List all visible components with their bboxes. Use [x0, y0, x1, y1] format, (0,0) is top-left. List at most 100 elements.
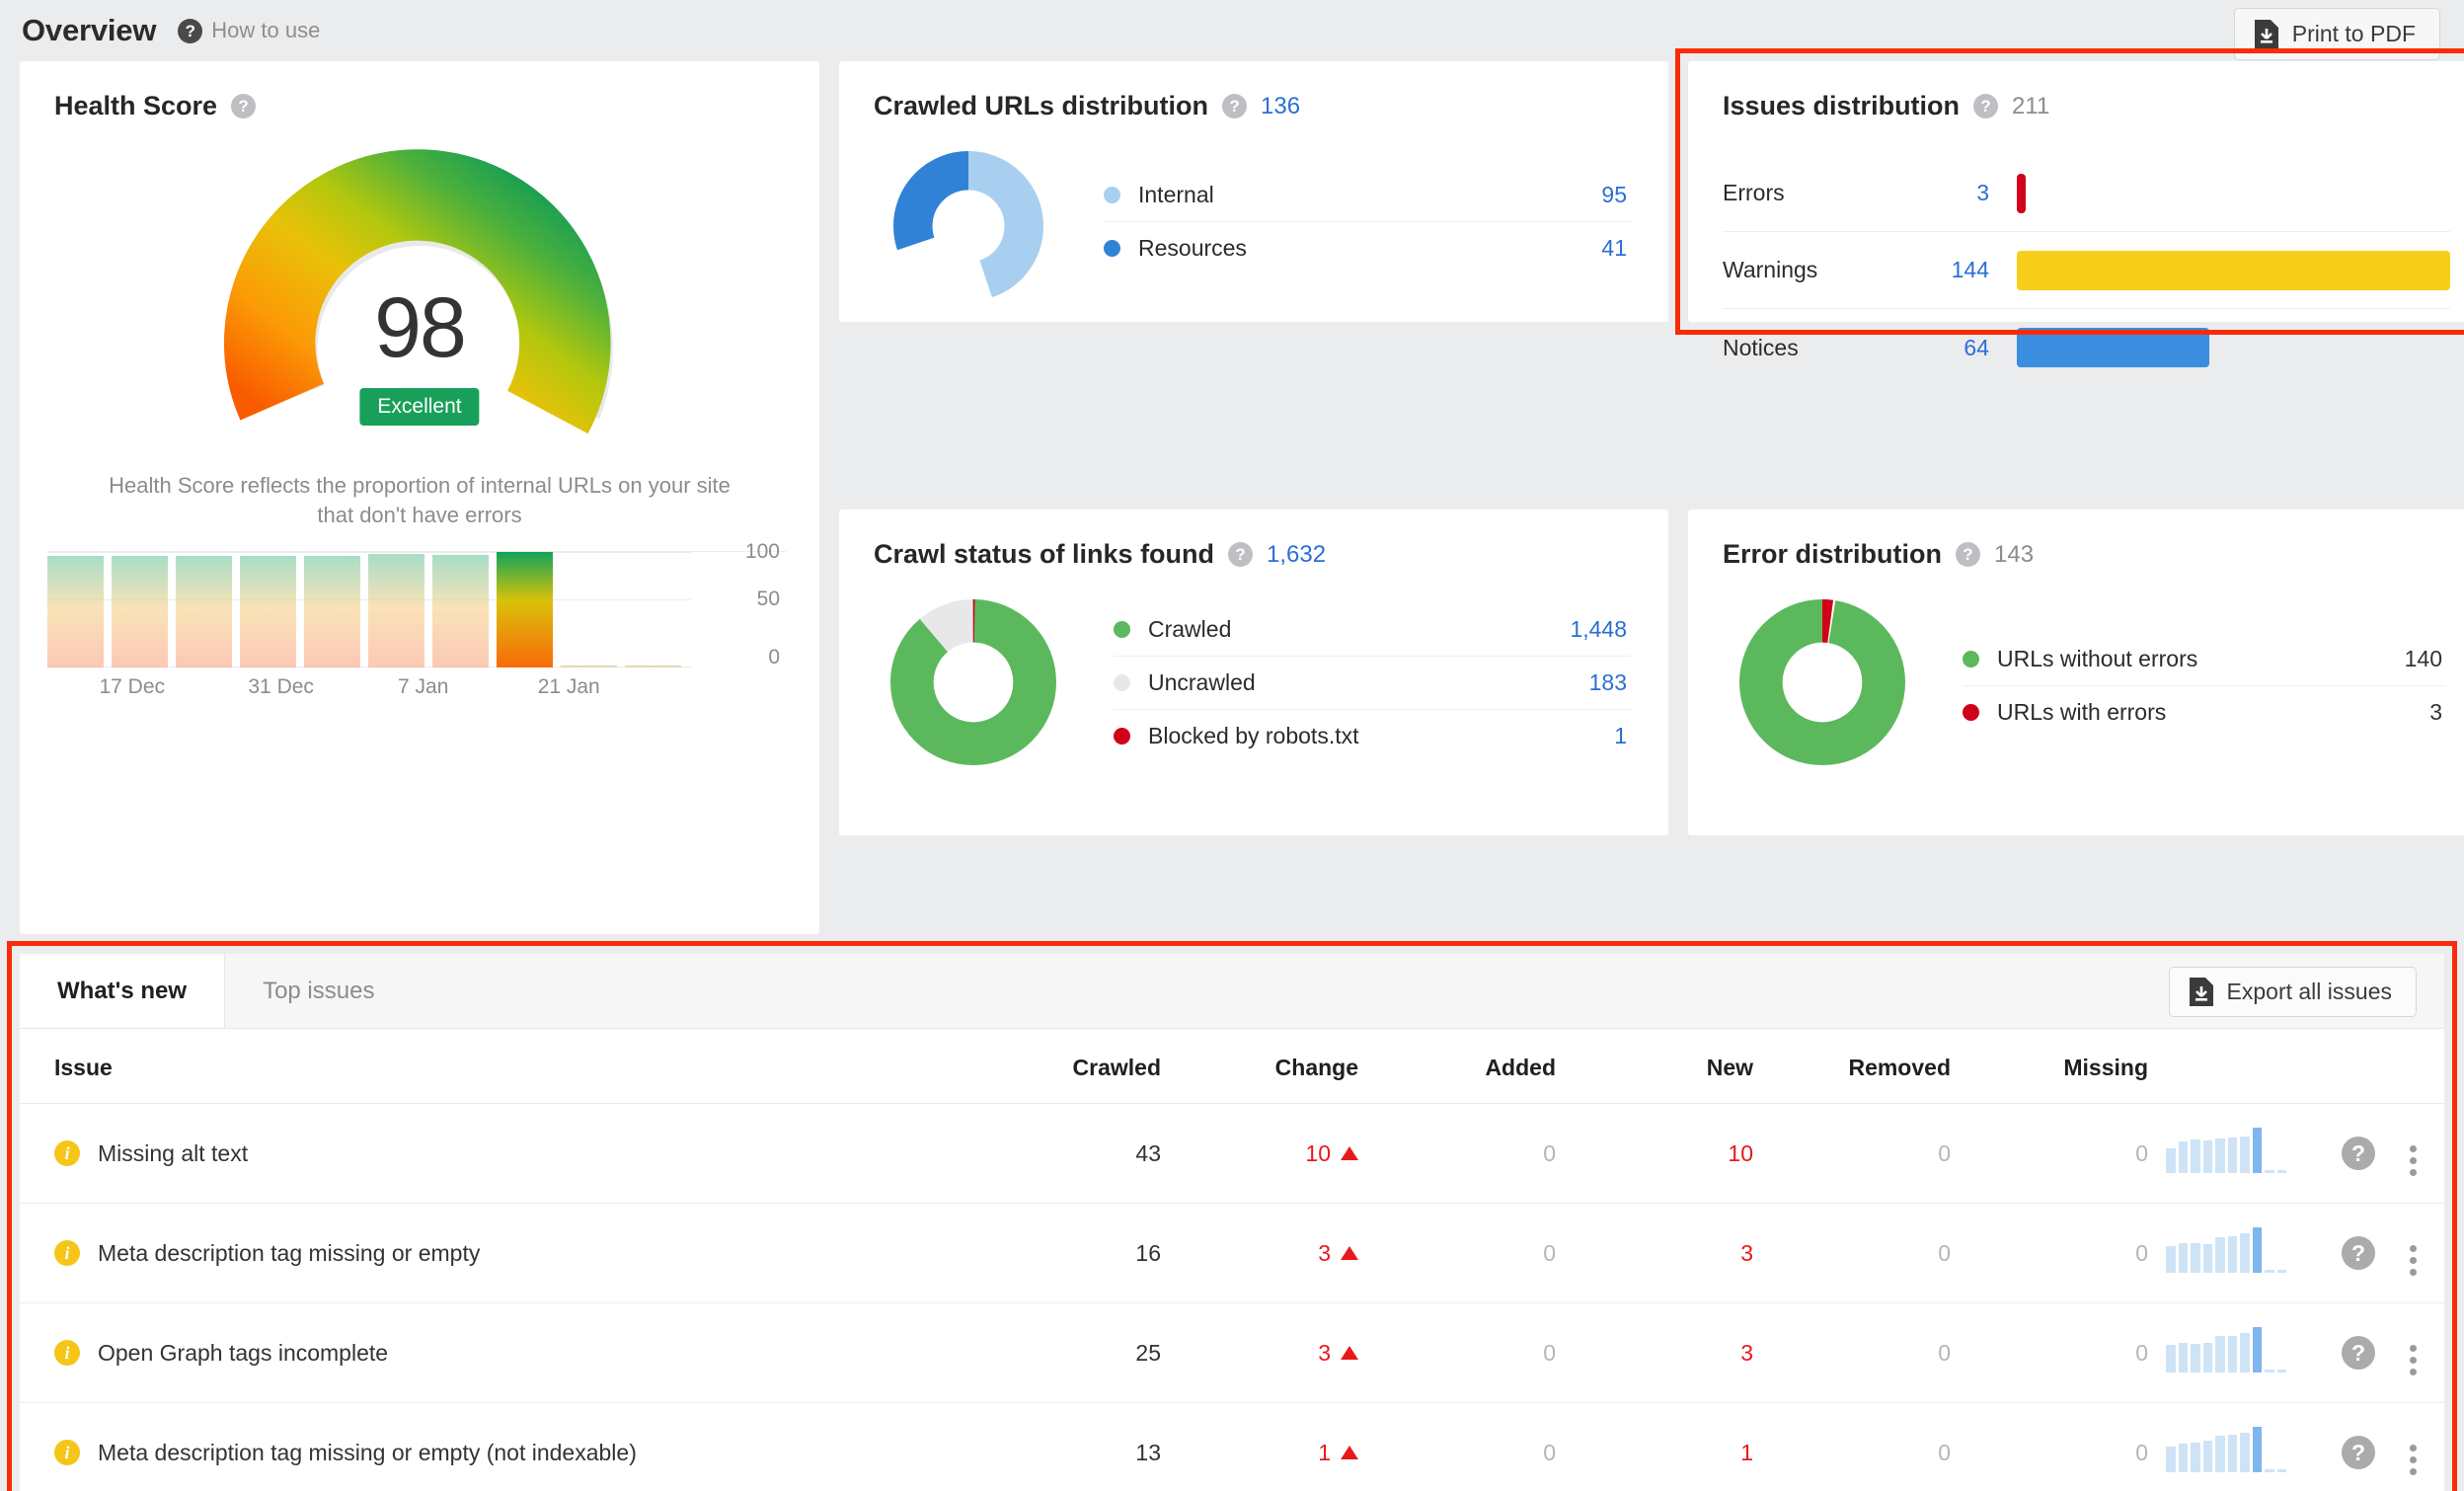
table-row[interactable]: i Meta description tag missing or empty … — [20, 1402, 2444, 1491]
bar[interactable] — [304, 555, 360, 668]
more-options-icon[interactable] — [2410, 1344, 2417, 1375]
sparkline-chart — [2166, 1227, 2286, 1273]
bar[interactable] — [368, 553, 424, 668]
issue-bar-track — [2017, 173, 2450, 213]
tab-top-issues[interactable]: Top issues — [225, 954, 413, 1028]
legend-value[interactable]: 1 — [1614, 723, 1627, 749]
bar-highlighted[interactable] — [497, 552, 553, 668]
column-header-crawled[interactable]: Crawled — [954, 1029, 1161, 1104]
cell-crawled: 25 — [954, 1302, 1161, 1403]
cell-sparkline — [2148, 1203, 2296, 1303]
cell-missing: 0 — [1951, 1402, 2148, 1491]
x-tick-label: 31 Dec — [248, 675, 314, 699]
export-all-issues-label: Export all issues — [2226, 979, 2392, 1004]
issue-bar-fill[interactable] — [2017, 173, 2026, 213]
y-tick-label: 50 — [756, 588, 780, 611]
issues-distribution-title: Issues distribution — [1723, 91, 1961, 120]
issue-bar-fill[interactable] — [2017, 250, 2450, 290]
column-header-sparkline — [2148, 1029, 2296, 1104]
legend-value[interactable]: 140 — [2405, 646, 2442, 672]
legend-value[interactable]: 183 — [1589, 669, 1627, 696]
table-row[interactable]: i Meta description tag missing or empty … — [20, 1203, 2444, 1303]
bar[interactable] — [112, 555, 168, 668]
question-mark-icon[interactable]: ? — [2342, 1336, 2375, 1370]
legend-value[interactable]: 3 — [2429, 699, 2442, 726]
legend-item: Uncrawled 183 — [1114, 657, 1631, 710]
cell-menu — [2375, 1402, 2444, 1491]
legend-value[interactable]: 1,448 — [1570, 616, 1627, 643]
cell-help: ? — [2296, 1402, 2375, 1491]
health-score-badge: Excellent — [359, 388, 480, 426]
more-options-icon[interactable] — [2410, 1444, 2417, 1475]
column-header-change[interactable]: Change — [1161, 1029, 1358, 1104]
issue-bar-value[interactable]: 3 — [1910, 180, 1989, 206]
bar[interactable] — [625, 666, 681, 668]
info-icon: i — [54, 1240, 80, 1266]
page-title: Overview — [22, 13, 157, 47]
question-mark-icon[interactable]: ? — [2342, 1436, 2375, 1469]
legend-label: Blocked by robots.txt — [1148, 723, 1359, 748]
tab-whats-new[interactable]: What's new — [20, 954, 226, 1028]
crawl-status-count: 1,632 — [1267, 540, 1327, 568]
table-row[interactable]: i Missing alt text 43 10 0 10 0 0 ? — [20, 1103, 2444, 1204]
legend-value[interactable]: 95 — [1601, 182, 1627, 208]
cell-added: 0 — [1358, 1203, 1556, 1303]
export-all-issues-button[interactable]: Export all issues — [2168, 967, 2417, 1017]
health-score-title: Health Score — [54, 91, 218, 120]
bar[interactable] — [561, 666, 617, 668]
bar[interactable] — [47, 555, 104, 668]
question-mark-icon[interactable]: ? — [1973, 94, 1999, 118]
print-to-pdf-button[interactable]: Print to PDF — [2233, 8, 2440, 60]
bar[interactable] — [240, 555, 296, 668]
cell-added: 0 — [1358, 1302, 1556, 1403]
question-mark-icon[interactable]: ? — [2342, 1236, 2375, 1270]
issue-name[interactable]: Missing alt text — [98, 1140, 248, 1167]
cell-sparkline — [2148, 1302, 2296, 1403]
crawl-status-card: Crawl status of links found ? 1,632 Craw… — [839, 510, 1668, 835]
download-file-icon — [2189, 978, 2213, 1006]
question-mark-icon[interactable]: ? — [1222, 94, 1248, 118]
column-header-added[interactable]: Added — [1358, 1029, 1556, 1104]
legend-label: Crawled — [1148, 616, 1232, 642]
issue-name[interactable]: Open Graph tags incomplete — [98, 1340, 388, 1367]
column-header-new[interactable]: New — [1556, 1029, 1753, 1104]
more-options-icon[interactable] — [2410, 1244, 2417, 1276]
column-header-removed[interactable]: Removed — [1753, 1029, 1951, 1104]
question-mark-icon[interactable]: ? — [1956, 542, 1980, 567]
chart-bars — [47, 552, 691, 668]
how-to-use-link[interactable]: ? How to use — [178, 18, 320, 43]
sparkline-chart — [2166, 1427, 2286, 1472]
bar[interactable] — [176, 555, 232, 668]
issue-bar-value[interactable]: 144 — [1910, 257, 1989, 283]
x-tick-label: 17 Dec — [99, 675, 166, 699]
issue-bar-fill[interactable] — [2017, 328, 2209, 367]
question-mark-icon[interactable]: ? — [1228, 542, 1254, 567]
legend-value[interactable]: 41 — [1601, 235, 1627, 262]
table-row[interactable]: i Open Graph tags incomplete 25 3 0 3 0 … — [20, 1302, 2444, 1403]
cell-issue: i Open Graph tags incomplete — [20, 1302, 954, 1403]
column-header-missing[interactable]: Missing — [1951, 1029, 2148, 1104]
cell-crawled: 43 — [954, 1103, 1161, 1204]
cell-crawled: 16 — [954, 1203, 1161, 1303]
legend-color-dot — [1104, 240, 1120, 257]
legend-color-dot — [1114, 621, 1130, 638]
column-header-issue[interactable]: Issue — [20, 1029, 954, 1104]
issue-bar-value[interactable]: 64 — [1910, 335, 1989, 361]
bar[interactable] — [432, 554, 489, 668]
legend-label: Resources — [1138, 235, 1247, 261]
crawled-urls-count: 136 — [1261, 92, 1301, 119]
cell-removed: 0 — [1753, 1203, 1951, 1303]
legend-label: URLs without errors — [1997, 646, 2198, 671]
x-tick-label: 7 Jan — [398, 675, 449, 699]
crawled-urls-chart-area: Internal 95 Resources 41 — [839, 121, 1668, 301]
question-mark-icon[interactable]: ? — [2342, 1137, 2375, 1170]
question-mark-icon[interactable]: ? — [231, 94, 257, 118]
issues-distribution-header: Issues distribution ? 211 — [1688, 61, 2464, 121]
cell-menu — [2375, 1203, 2444, 1303]
issue-name[interactable]: Meta description tag missing or empty (n… — [98, 1440, 637, 1466]
issues-distribution-count: 211 — [2012, 92, 2050, 119]
info-icon: i — [54, 1440, 80, 1465]
print-to-pdf-label: Print to PDF — [2291, 21, 2416, 46]
issue-name[interactable]: Meta description tag missing or empty — [98, 1240, 480, 1267]
more-options-icon[interactable] — [2410, 1144, 2417, 1176]
